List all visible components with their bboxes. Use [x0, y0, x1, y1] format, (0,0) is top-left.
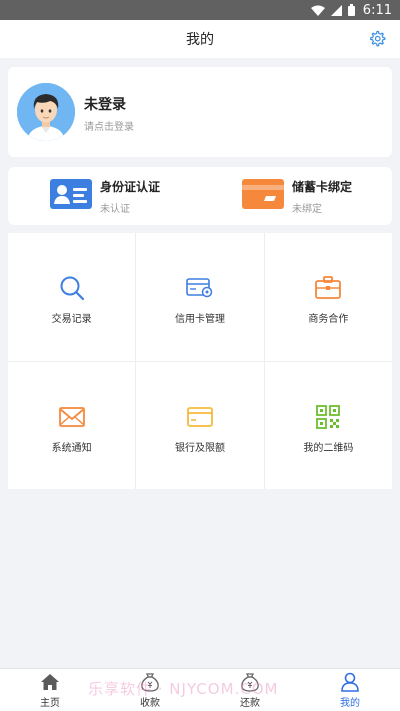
verification-card: 身份证认证 未认证 储蓄卡绑定 未绑定 — [8, 167, 392, 225]
grid-item-label: 系统通知 — [51, 442, 92, 454]
id-card-icon — [50, 179, 92, 209]
grid-item-business[interactable]: 商务合作 — [264, 233, 392, 361]
qr-code-icon — [316, 404, 341, 429]
settings-button[interactable] — [366, 28, 388, 50]
bottom-tab-bar: 主页 收款 还款 我的 — [0, 668, 400, 711]
bank-card-icon — [242, 179, 284, 209]
tab-label: 我的 — [340, 697, 360, 709]
briefcase-icon — [315, 276, 342, 300]
wifi-icon — [310, 5, 325, 16]
gear-icon — [370, 30, 386, 47]
grid-item-label: 银行及限额 — [174, 442, 225, 454]
tab-collect[interactable]: 收款 — [100, 669, 200, 711]
profile-login-hint[interactable]: 请点击登录 — [84, 118, 134, 133]
navbar: 我的 — [0, 20, 400, 58]
grid-item-qr-code[interactable]: 我的二维码 — [264, 361, 392, 489]
tab-label: 还款 — [240, 697, 260, 709]
battery-icon — [347, 4, 355, 16]
grid-item-bank-limits[interactable]: 银行及限额 — [136, 361, 264, 489]
search-icon — [60, 276, 84, 301]
tab-mine[interactable]: 我的 — [300, 669, 400, 711]
tab-repay[interactable]: 还款 — [200, 669, 300, 711]
status-time: 6:11 — [362, 2, 392, 18]
bank-card-bind-status: 未绑定 — [292, 204, 322, 215]
grid-item-notifications[interactable]: 系统通知 — [8, 361, 136, 489]
id-card-verify-status: 未认证 — [100, 204, 130, 215]
id-card-verify-item[interactable]: 身份证认证 未认证 — [8, 167, 200, 225]
bank-card-bind-title: 储蓄卡绑定 — [292, 180, 353, 194]
grid-item-label: 我的二维码 — [303, 442, 354, 454]
tab-home[interactable]: 主页 — [0, 669, 100, 711]
grid-item-transactions[interactable]: 交易记录 — [8, 233, 136, 361]
card-icon — [187, 406, 213, 427]
user-icon — [341, 672, 359, 692]
grid-item-credit-card[interactable]: 信用卡管理 — [136, 233, 264, 361]
grid-item-label: 交易记录 — [51, 314, 92, 326]
tab-label: 主页 — [40, 697, 60, 709]
grid-item-label: 商务合作 — [308, 314, 349, 326]
id-card-verify-title: 身份证认证 — [100, 180, 161, 194]
credit-card-gear-icon — [186, 278, 213, 298]
grid-item-label: 信用卡管理 — [174, 314, 225, 326]
profile-name[interactable]: 未登录 — [84, 94, 126, 114]
profile-card[interactable]: 未登录 请点击登录 — [8, 67, 392, 157]
signal-icon — [330, 4, 342, 16]
function-grid: 交易记录 信用卡管理 商务合作 系统通知 银行及限额 我的二维码 — [8, 233, 392, 489]
home-icon — [41, 673, 59, 690]
tab-label: 收款 — [140, 697, 160, 709]
envelope-icon — [58, 406, 85, 427]
money-bag-icon — [141, 672, 159, 692]
avatar-illustration-icon — [17, 83, 75, 141]
status-bar: 6:11 — [0, 0, 400, 20]
avatar[interactable] — [17, 83, 75, 141]
bank-card-bind-item[interactable]: 储蓄卡绑定 未绑定 — [200, 167, 392, 225]
money-bag-icon — [241, 672, 259, 692]
page-title: 我的 — [186, 32, 214, 48]
